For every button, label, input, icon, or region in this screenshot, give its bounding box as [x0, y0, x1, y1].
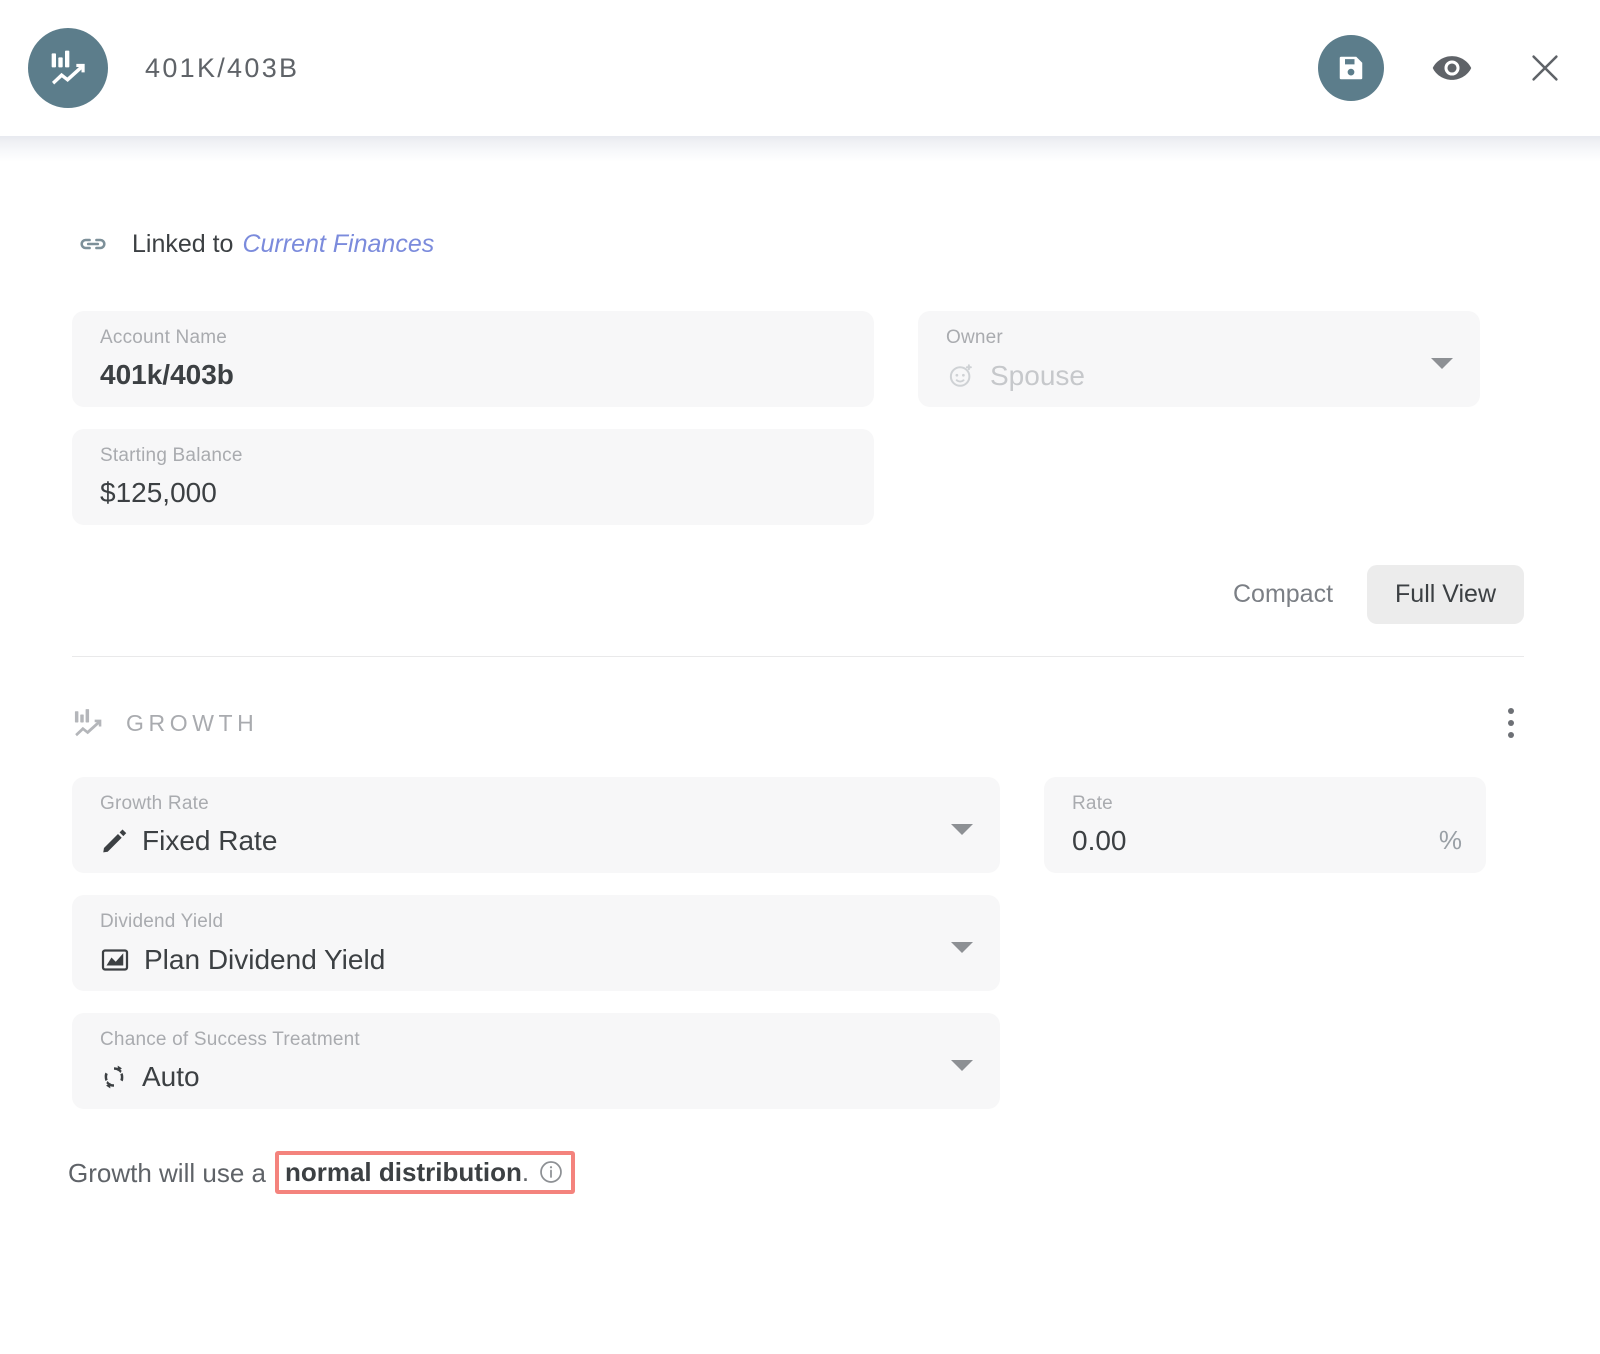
- toggle-full-view[interactable]: Full View: [1367, 565, 1524, 624]
- line-chart-icon: [100, 945, 130, 975]
- pencil-icon: [100, 827, 128, 855]
- close-icon: [1527, 50, 1563, 86]
- starting-balance-value: $125,000: [100, 479, 850, 507]
- account-fields: Account Name 401k/403b Owner: [0, 311, 1600, 525]
- save-icon: [1336, 53, 1366, 83]
- growth-footnote: Growth will use a normal distribution.: [0, 1151, 1600, 1194]
- dividend-yield-value-wrap: Plan Dividend Yield: [100, 945, 976, 975]
- owner-value: Spouse: [990, 362, 1085, 390]
- owner-label: Owner: [946, 328, 1456, 347]
- view-mode-toggle: Compact Full View: [0, 565, 1600, 624]
- rate-input[interactable]: Rate 0.00 %: [1044, 777, 1486, 873]
- panel-body: Linked to Current Finances Account Name …: [0, 162, 1600, 1194]
- growth-row-1: Growth Rate Fixed Rate Rate: [72, 777, 1524, 873]
- page-title: 401K/403B: [145, 53, 299, 84]
- close-button[interactable]: [1518, 41, 1572, 95]
- account-name-label: Account Name: [100, 328, 850, 347]
- growth-rate-select[interactable]: Growth Rate Fixed Rate: [72, 777, 1000, 873]
- chevron-down-icon: [951, 824, 973, 835]
- section-divider: [72, 656, 1524, 657]
- header-shadow: [0, 136, 1600, 162]
- normal-distribution-highlight: normal distribution.: [275, 1151, 575, 1194]
- preview-button[interactable]: [1424, 40, 1480, 96]
- toggle-compact-view[interactable]: Compact: [1205, 565, 1361, 624]
- eye-icon: [1431, 47, 1473, 89]
- growth-rate-value-wrap: Fixed Rate: [100, 827, 976, 855]
- linked-to-label: Linked to: [132, 230, 233, 259]
- growth-section-title: GROWTH: [126, 710, 258, 737]
- more-options-icon: [1508, 732, 1514, 738]
- refresh-icon: [100, 1063, 128, 1091]
- account-name-field[interactable]: Account Name 401k/403b: [72, 311, 874, 407]
- rate-percent-suffix: %: [1439, 827, 1462, 853]
- growth-chart-icon: [28, 28, 108, 108]
- growth-fields: Growth Rate Fixed Rate Rate: [0, 777, 1600, 1109]
- dividend-yield-value: Plan Dividend Yield: [144, 946, 385, 974]
- more-options-icon: [1508, 720, 1514, 726]
- chance-of-success-label: Chance of Success Treatment: [100, 1030, 976, 1049]
- chevron-down-icon: [1431, 358, 1453, 369]
- account-name-value: 401k/403b: [100, 361, 850, 389]
- dividend-yield-label: Dividend Yield: [100, 912, 976, 931]
- rate-label: Rate: [1072, 794, 1462, 813]
- field-row-1: Account Name 401k/403b Owner: [72, 311, 1524, 407]
- more-options-icon: [1508, 708, 1514, 714]
- owner-select[interactable]: Owner Spouse: [918, 311, 1480, 407]
- starting-balance-label: Starting Balance: [100, 446, 850, 465]
- field-row-2: Starting Balance $125,000: [72, 429, 1524, 525]
- footnote-distribution-label: normal distribution: [285, 1159, 522, 1185]
- growth-more-options-button[interactable]: [1498, 700, 1524, 746]
- linked-to-row: Linked to Current Finances: [0, 224, 1600, 264]
- info-icon[interactable]: [538, 1159, 564, 1185]
- chance-of-success-select[interactable]: Chance of Success Treatment: [72, 1013, 1000, 1109]
- chance-of-success-value-wrap: Auto: [100, 1063, 976, 1091]
- chevron-down-icon: [951, 1060, 973, 1071]
- growth-row-2: Dividend Yield Plan Dividend Yield: [72, 895, 1524, 991]
- growth-chart-icon: [72, 707, 104, 739]
- dividend-yield-select[interactable]: Dividend Yield Plan Dividend Yield: [72, 895, 1000, 991]
- footnote-period: .: [522, 1159, 529, 1185]
- link-icon: [76, 227, 110, 261]
- panel-header: 401K/403B: [0, 0, 1600, 136]
- chevron-down-icon: [951, 942, 973, 953]
- owner-value-wrap: Spouse: [946, 361, 1456, 391]
- person-face-icon: [946, 361, 976, 391]
- footnote-lead-text: Growth will use a: [68, 1160, 266, 1186]
- rate-value: 0.00: [1072, 827, 1462, 855]
- account-detail-panel: 401K/403B: [0, 0, 1600, 1354]
- growth-row-3: Chance of Success Treatment: [72, 1013, 1524, 1109]
- growth-rate-value: Fixed Rate: [142, 827, 277, 855]
- starting-balance-field[interactable]: Starting Balance $125,000: [72, 429, 874, 525]
- save-button[interactable]: [1318, 35, 1384, 101]
- linked-to-target-link[interactable]: Current Finances: [242, 230, 434, 259]
- growth-rate-label: Growth Rate: [100, 794, 976, 813]
- growth-section-header: GROWTH: [0, 703, 1600, 743]
- chance-of-success-value: Auto: [142, 1063, 200, 1091]
